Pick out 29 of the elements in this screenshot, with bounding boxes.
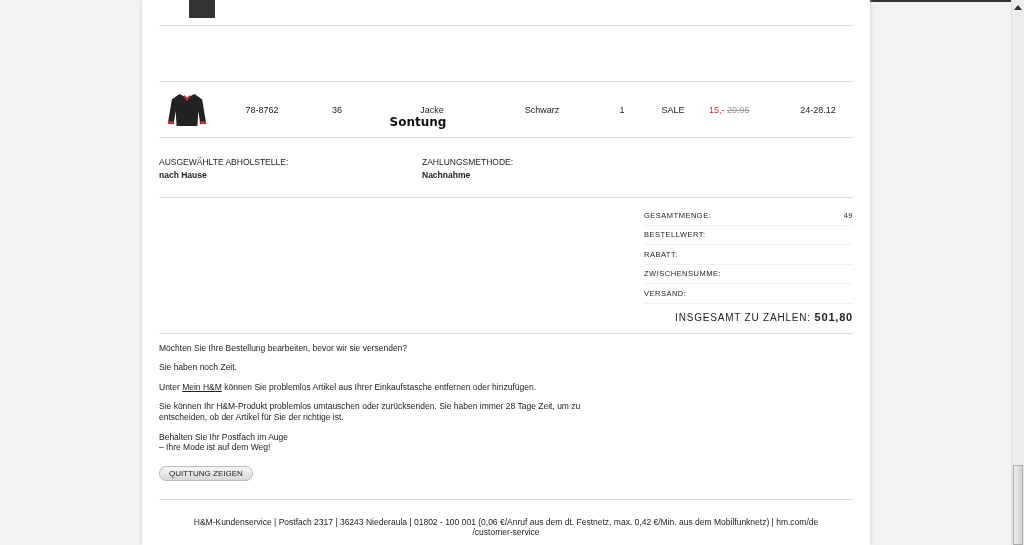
jacket-photo-placeholder xyxy=(168,91,206,128)
returns-text: Sie können Ihr H&M-Produkt problemlos umtauschen oder zurücksenden. Sie haben immer 28 Tage Zeit, um zu entscheiden, ob der Artikel für Sie der richtige ist. xyxy=(159,401,582,423)
total-label: INSGESAMT ZU ZAHLEN: xyxy=(675,311,811,323)
sale-price: 15,- xyxy=(709,104,725,115)
total-value: 501,80 xyxy=(814,310,853,323)
quantity-text: 1 xyxy=(618,104,626,115)
time-text: Sie haben noch Zeit. xyxy=(159,362,238,373)
scroll-up-icon[interactable] xyxy=(1014,5,1022,10)
info-text: Unter Mein H&M können Sie problemlos Artikel aus Ihrer Einkaufstasche entfernen oder hinzufügen. xyxy=(159,381,538,393)
sale-tag: SALE xyxy=(647,104,699,115)
product-name: Jacke xyxy=(420,104,444,115)
color-text: Schwarz xyxy=(523,104,561,115)
scrollbar-thumb[interactable] xyxy=(1013,465,1023,545)
footer-text: H&M-Kundenservice | Postfach 2317 | 36243 Niederaula | 01802 - 100 001 (0,06 €/Anruf aus dem dt. Festnetz, max. 0,42 €/Min. aus dem Mobilfunknetz) | hm.com/de /customer-service xyxy=(192,516,820,537)
pickup-label: AUSGEWÄHLTE ABHOLSTELLE: xyxy=(159,157,290,167)
pickup-value: nach Hause xyxy=(159,170,208,180)
payment-label: ZAHLUNGSMETHODE: xyxy=(422,157,515,167)
question-text: Möchten Sie Ihre Bestellung bearbeiten, bevor wir sie versenden? xyxy=(159,342,409,354)
scrollbar[interactable] xyxy=(1011,0,1024,545)
size-text: 36 xyxy=(331,104,343,115)
show-receipt-button[interactable]: QUITTUNG ZEIGEN xyxy=(159,465,253,481)
payment-value: Nachnahme xyxy=(422,170,472,180)
delivery-date: 24-28.12 xyxy=(799,104,837,115)
mein-hm-link[interactable]: Mein H&M xyxy=(182,381,222,392)
old-price: 29,95 xyxy=(727,104,750,115)
article-number: 78-8762 xyxy=(244,104,280,115)
mailbox-text: Behalten Sie Ihr Postfach im Auge – Ihre Mode ist auf dem Weg! xyxy=(159,431,289,453)
product-photo-placeholder xyxy=(189,0,215,18)
annotation-text: Sontung xyxy=(389,114,447,129)
